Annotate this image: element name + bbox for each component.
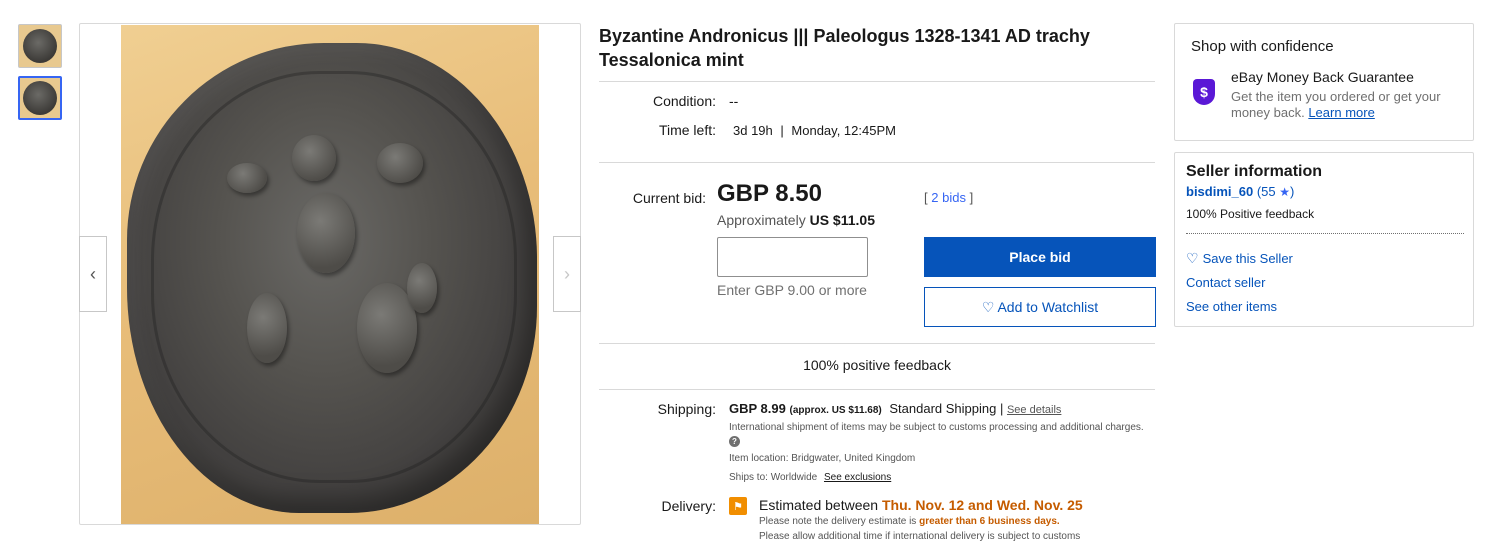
coin-thumbnail-image (23, 29, 57, 63)
current-bid-price: GBP 8.50 (717, 180, 822, 207)
thumbnail-2-selected[interactable] (18, 76, 62, 120)
save-seller-link[interactable]: ♡ Save this Seller (1186, 250, 1293, 267)
heart-icon: ♡ (981, 298, 995, 315)
chevron-left-icon: ‹ (90, 263, 96, 284)
bid-amount-input[interactable] (717, 237, 868, 277)
next-image-button[interactable]: › (553, 236, 581, 312)
previous-image-button[interactable]: ‹ (79, 236, 107, 312)
heart-icon: ♡ (1186, 250, 1199, 266)
time-left-label: Time left: (658, 122, 716, 138)
seller-feedback-percent: 100% Positive feedback (1186, 207, 1315, 221)
seller-information-panel: Seller information bisdimi_60 (55 ★) 100… (1174, 152, 1474, 327)
bid-count: [ 2 bids ] (924, 190, 974, 205)
item-location: Item location: Bridgwater, United Kingdo… (729, 453, 916, 464)
shop-with-confidence-panel: Shop with confidence $ eBay Money Back G… (1174, 23, 1474, 141)
listing-title: Byzantine Andronicus ||| Paleologus 1328… (599, 26, 1090, 70)
panel-title: Shop with confidence (1191, 38, 1334, 55)
positive-feedback-banner: 100% positive feedback (803, 357, 951, 373)
condition-label: Condition: (652, 93, 716, 109)
divider (1186, 233, 1464, 234)
seller-name-link[interactable]: bisdimi_60 (1186, 184, 1253, 199)
shipping-cost: GBP 8.99 (approx. US $11.68) Standard Sh… (729, 401, 1062, 416)
place-bid-button[interactable]: Place bid (924, 237, 1156, 277)
money-back-guarantee-description: Get the item you ordered or get your mon… (1231, 89, 1441, 120)
see-exclusions-link[interactable]: See exclusions (824, 472, 891, 483)
contact-seller-link[interactable]: Contact seller (1186, 275, 1265, 290)
coin-image (127, 43, 537, 513)
divider (599, 389, 1155, 390)
image-gallery: ‹ › (79, 23, 581, 525)
divider (599, 343, 1155, 344)
bid-hint: Enter GBP 9.00 or more (717, 282, 867, 298)
current-bid-label: Current bid: (632, 190, 706, 206)
time-left-value: 3d 19h | Monday, 12:45PM (733, 123, 896, 138)
seller-info-title: Seller information (1186, 163, 1323, 180)
flag-icon: ⚑ (729, 497, 747, 515)
chevron-right-icon: › (564, 263, 570, 284)
approx-price: Approximately US $11.05 (717, 212, 875, 228)
seller-name-line: bisdimi_60 (55 ★) (1186, 184, 1295, 199)
see-other-items-link[interactable]: See other items (1186, 299, 1277, 314)
thumbnail-1[interactable] (18, 24, 62, 68)
divider (599, 81, 1155, 82)
see-details-link[interactable]: See details (1007, 404, 1061, 416)
bid-history-link[interactable]: 2 bids (931, 190, 966, 205)
coin-thumbnail-image (23, 81, 57, 115)
money-back-guarantee-title: eBay Money Back Guarantee (1231, 69, 1414, 85)
learn-more-link[interactable]: Learn more (1308, 105, 1374, 120)
help-icon[interactable]: ? (729, 436, 740, 447)
money-back-shield-icon: $ (1193, 79, 1215, 105)
main-product-image[interactable] (121, 25, 539, 524)
add-to-watchlist-button[interactable]: ♡ Add to Watchlist (924, 287, 1156, 327)
ships-to: Ships to: Worldwide See exclusions (729, 472, 892, 483)
condition-value: -- (729, 93, 739, 109)
divider (599, 162, 1155, 163)
delivery-estimate: Estimated between Thu. Nov. 12 and Wed. … (759, 497, 1083, 513)
shipping-label: Shipping: (657, 401, 716, 417)
feedback-score[interactable]: 55 (1261, 184, 1275, 199)
delivery-note: Please note the delivery estimate is gre… (759, 516, 1060, 527)
delivery-label: Delivery: (661, 498, 716, 514)
international-note: International shipment of items may be s… (729, 422, 1144, 447)
delivery-customs-note: Please allow additional time if internat… (759, 531, 1081, 542)
star-icon: ★ (1279, 185, 1291, 199)
